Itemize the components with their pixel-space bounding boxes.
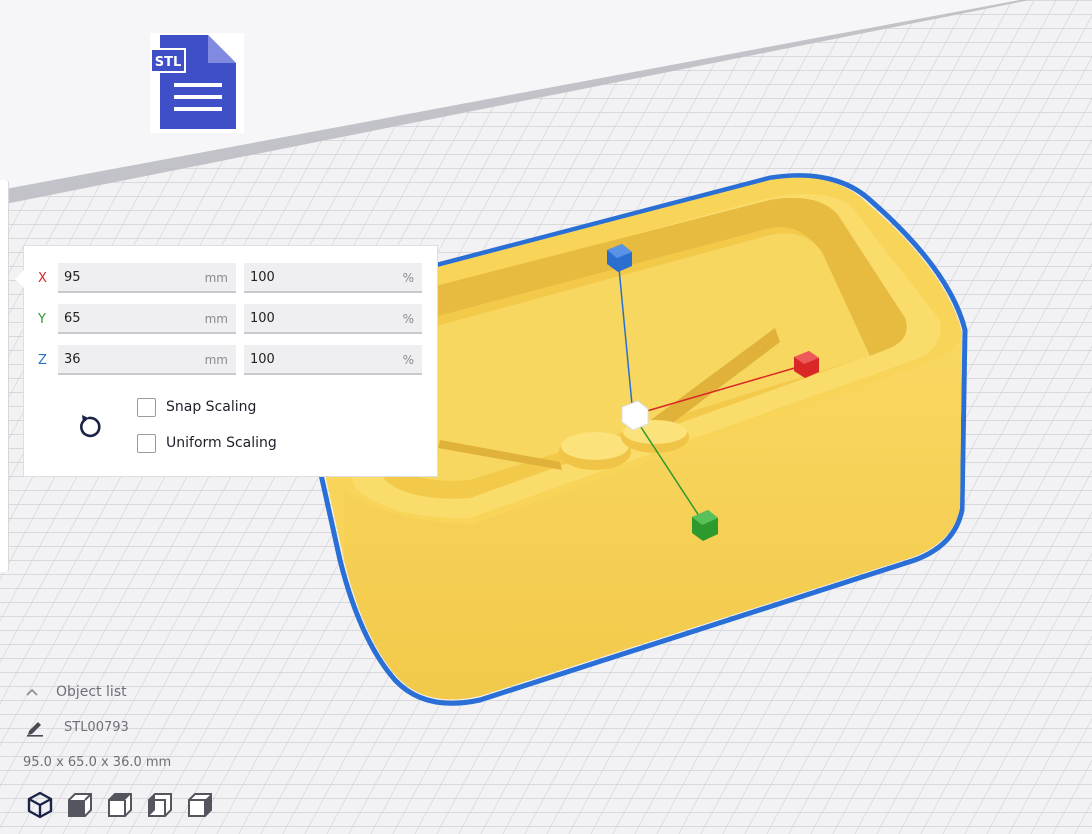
y-percent-input[interactable]: 100 % [244,304,422,334]
y-size-input[interactable]: 65 mm [58,304,236,334]
front-view-icon [68,793,92,817]
scale-row-x: X 95 mm 100 % [24,263,437,295]
x-size-value: 95 [64,270,81,285]
right-view-button[interactable] [185,790,215,820]
camera-view-toolbar [25,790,225,822]
object-name: STL00793 [64,720,129,735]
z-size-unit: mm [204,353,228,367]
side-panel-edge[interactable] [0,180,9,572]
axis-label-y: Y [38,312,46,327]
axis-label-x: X [38,271,47,286]
stl-file-icon: STL [150,33,244,133]
scale-row-y: Y 65 mm 100 % [24,304,437,336]
left-view-icon [148,793,172,817]
snap-scaling-label: Snap Scaling [166,399,257,415]
object-list-toggle[interactable]: Object list [22,683,162,703]
uniform-scaling-checkbox[interactable] [137,434,156,453]
edit-pencil-icon [27,722,43,737]
z-percent-unit: % [402,353,414,367]
top-view-icon [108,793,132,817]
object-list-header: Object list [56,684,127,700]
reset-scale-button[interactable] [74,412,104,442]
x-size-input[interactable]: 95 mm [58,263,236,293]
uniform-scaling-label: Uniform Scaling [166,435,277,451]
z-size-value: 36 [64,352,81,367]
z-size-input[interactable]: 36 mm [58,345,236,375]
y-percent-value: 100 [250,311,275,326]
right-view-icon [188,793,212,817]
object-list-item[interactable]: STL00793 [22,718,222,738]
z-percent-value: 100 [250,352,275,367]
object-dimensions: 95.0 x 65.0 x 36.0 mm [23,755,172,770]
top-view-button[interactable] [105,790,135,820]
x-size-unit: mm [204,271,228,285]
x-percent-value: 100 [250,270,275,285]
stl-badge-text: STL [155,55,182,70]
y-percent-unit: % [402,312,414,326]
scale-tool-panel: X 95 mm 100 % Y 65 mm 100 % Z 36 mm 100 … [15,245,438,477]
left-view-button[interactable] [145,790,175,820]
x-percent-input[interactable]: 100 % [244,263,422,293]
x-percent-unit: % [402,271,414,285]
3d-view-icon [27,791,53,819]
object-list-panel: Object list STL00793 95.0 x 65.0 x 36.0 … [22,680,322,830]
snap-scaling-checkbox[interactable] [137,398,156,417]
reset-icon [80,415,101,438]
y-size-unit: mm [204,312,228,326]
front-view-button[interactable] [65,790,95,820]
z-percent-input[interactable]: 100 % [244,345,422,375]
axis-label-z: Z [38,353,47,368]
y-size-value: 65 [64,311,81,326]
scale-row-z: Z 36 mm 100 % [24,345,437,377]
3d-view-button[interactable] [25,790,55,820]
chevron-up-icon [26,688,38,696]
